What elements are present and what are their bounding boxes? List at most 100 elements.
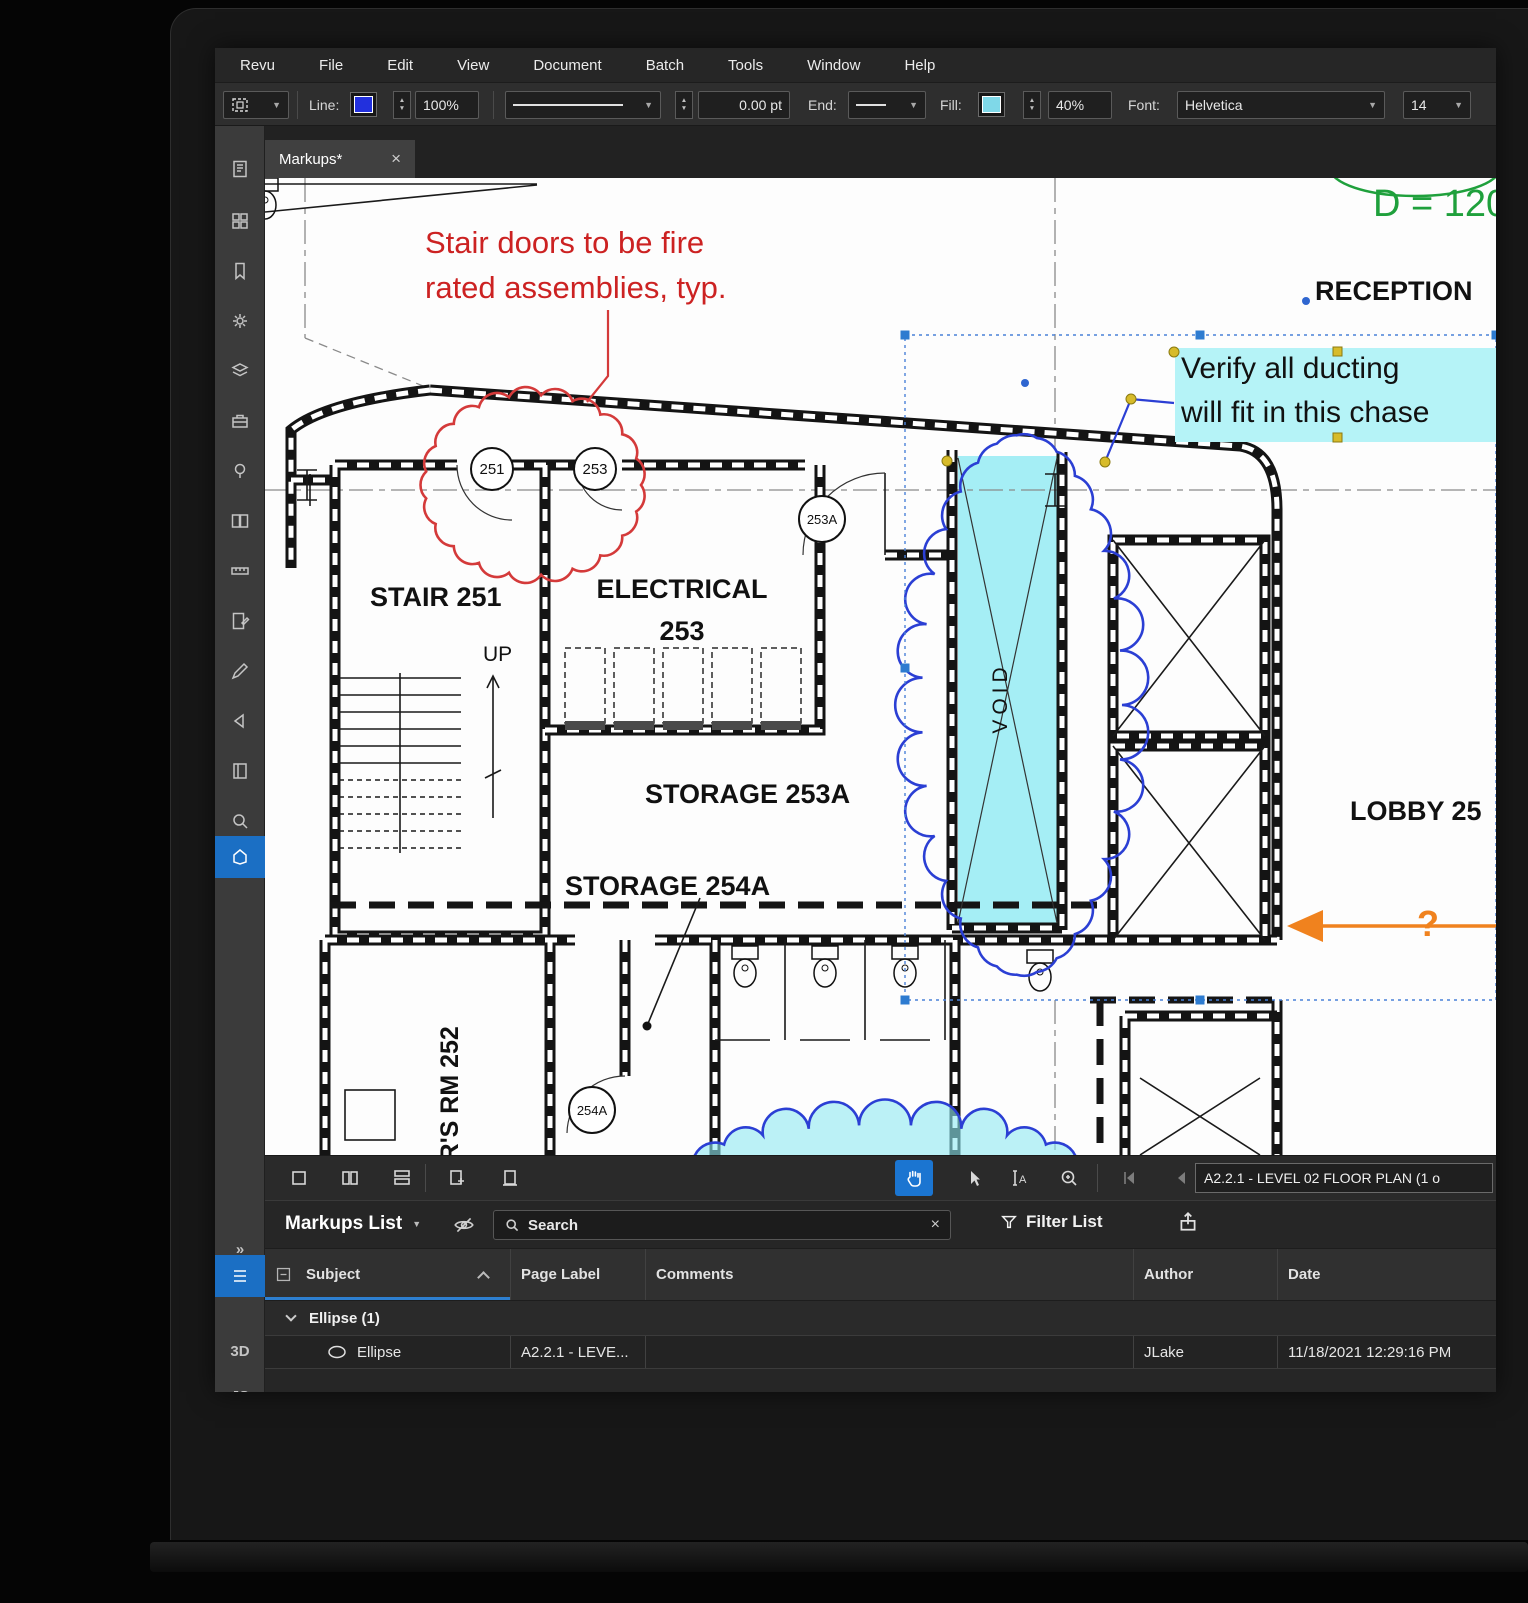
previous-view-icon[interactable]	[215, 700, 265, 742]
line-width-stepper[interactable]: ▲▼	[675, 91, 693, 119]
file-properties-icon[interactable]	[215, 148, 265, 190]
thumbnails-icon[interactable]	[215, 200, 265, 242]
markups-table-header: Subject Page Label Comments Author Date	[265, 1248, 1496, 1301]
menu-view[interactable]: View	[457, 57, 489, 74]
page-label-dropdown[interactable]: A2.2.1 - LEVEL 02 FLOOR PLAN (1 o	[1195, 1163, 1493, 1193]
room-label-stair: STAIR 251	[370, 582, 502, 612]
select-cursor-icon[interactable]	[955, 1160, 993, 1196]
page-insert-icon[interactable]	[437, 1160, 475, 1196]
sets-book-icon[interactable]	[215, 750, 265, 792]
spaces-pin-icon[interactable]	[215, 450, 265, 492]
select-text-icon[interactable]: A	[1000, 1160, 1038, 1196]
clear-search-icon[interactable]: ×	[931, 1216, 940, 1234]
markup-row-ellipse[interactable]: Ellipse A2.2.1 - LEVE... JLake 11/18/202…	[265, 1336, 1496, 1369]
red-note-line2: rated assemblies, typ.	[425, 270, 727, 305]
font-family-dropdown[interactable]: Helvetica ▼	[1177, 91, 1385, 119]
fill-opacity-stepper[interactable]: ▲▼	[1023, 91, 1041, 119]
font-size-dropdown[interactable]: 14 ▼	[1403, 91, 1471, 119]
row-subject: Ellipse	[357, 1344, 401, 1361]
javascript-tab-icon[interactable]: JS	[215, 1375, 265, 1392]
markup-document-icon[interactable]	[215, 600, 265, 642]
verify-text-line1: Verify all ducting	[1181, 352, 1399, 385]
column-subject[interactable]: Subject	[265, 1249, 510, 1300]
search-icon	[504, 1217, 520, 1233]
bookmarks-icon[interactable]	[215, 250, 265, 292]
zoom-tool-icon[interactable]	[1050, 1160, 1088, 1196]
sorted-column-indicator	[265, 1297, 510, 1300]
green-dimension-text: D = 120	[1373, 183, 1496, 225]
collapse-group-icon[interactable]	[285, 1310, 296, 1321]
page-setup-icon[interactable]	[491, 1160, 529, 1196]
orange-question-markup[interactable]: ?	[1287, 903, 1496, 944]
first-page-icon[interactable]	[1110, 1160, 1148, 1196]
stair-up-label: UP	[483, 643, 512, 666]
laptop-chassis	[150, 1542, 1528, 1572]
pan-tool-button[interactable]	[895, 1160, 933, 1196]
sort-ascending-icon	[477, 1271, 490, 1284]
single-page-view-icon[interactable]	[280, 1160, 318, 1196]
line-style-dropdown[interactable]: ▼	[505, 91, 661, 119]
row-author: JLake	[1133, 1336, 1277, 1368]
stacked-view-icon[interactable]	[383, 1160, 421, 1196]
navigation-toolbar: A A2.2.1 - LEVEL 02 FLOOR PLAN (1 o	[265, 1155, 1496, 1200]
markups-panel-header: Markups List▼ × Filter List	[265, 1200, 1496, 1248]
column-date[interactable]: Date	[1277, 1249, 1496, 1300]
empty-table-area	[265, 1369, 1496, 1392]
markups-search-box[interactable]: ×	[493, 1210, 951, 1240]
column-page-label[interactable]: Page Label	[510, 1249, 645, 1300]
line-width-value[interactable]: 0.00 pt	[698, 91, 790, 119]
chevron-down-icon: ▼	[412, 1219, 421, 1229]
chevron-down-icon: ▼	[272, 100, 281, 110]
side-by-side-view-icon[interactable]	[331, 1160, 369, 1196]
svg-text:A: A	[1019, 1174, 1027, 1186]
menu-batch[interactable]: Batch	[646, 57, 684, 74]
markups-list-title[interactable]: Markups List▼	[285, 1213, 421, 1235]
properties-toolbar: ▼ Line: ▲▼ 100% ▼ ▲▼ 0.00 pt End: ▼ Fill…	[215, 82, 1496, 126]
fill-opacity-value[interactable]: 40%	[1048, 91, 1112, 119]
studio-3d-panel-icon[interactable]	[215, 836, 265, 878]
column-comments[interactable]: Comments	[645, 1249, 1133, 1300]
tool-chest-icon[interactable]	[215, 400, 265, 442]
line-opacity-stepper[interactable]: ▲▼	[393, 91, 411, 119]
layers-icon[interactable]	[215, 350, 265, 392]
room-label-lobby: LOBBY 25	[1350, 796, 1482, 826]
settings-gear-icon[interactable]	[215, 300, 265, 342]
menu-tools[interactable]: Tools	[728, 57, 763, 74]
export-share-button[interactable]	[1177, 1211, 1199, 1238]
menu-edit[interactable]: Edit	[387, 57, 413, 74]
panel-access-bar: » 3D JS	[215, 126, 265, 1392]
menu-revu[interactable]: Revu	[240, 57, 275, 74]
collapse-all-icon[interactable]	[275, 1266, 292, 1283]
menu-window[interactable]: Window	[807, 57, 860, 74]
group-row-ellipse[interactable]: Ellipse (1)	[265, 1301, 1496, 1336]
split-view-icon[interactable]	[215, 500, 265, 542]
column-author[interactable]: Author	[1133, 1249, 1277, 1300]
filter-list-button[interactable]: Filter List	[1000, 1212, 1103, 1232]
fill-color-swatch[interactable]	[978, 92, 1005, 117]
line-opacity-value[interactable]: 100%	[415, 91, 479, 119]
measure-ruler-icon[interactable]	[215, 550, 265, 592]
question-mark-text: ?	[1417, 903, 1439, 944]
blue-cloud-bottom[interactable]	[670, 1100, 1100, 1156]
menu-file[interactable]: File	[319, 57, 343, 74]
menu-document[interactable]: Document	[533, 57, 601, 74]
markups-list-tab-icon[interactable]	[215, 1255, 265, 1297]
fill-label: Fill:	[940, 97, 962, 113]
search-input[interactable]	[528, 1217, 923, 1234]
verify-text-line2: will fit in this chase	[1180, 396, 1429, 429]
menu-help[interactable]: Help	[904, 57, 935, 74]
tab-markups[interactable]: Markups* ×	[265, 140, 415, 178]
row-comments	[645, 1336, 1133, 1368]
select-tool-dropdown[interactable]: ▼	[223, 91, 289, 119]
document-tab-bar: Markups* ×	[265, 126, 1496, 178]
line-end-dropdown[interactable]: ▼	[848, 91, 926, 119]
grid-point-dot	[1302, 297, 1310, 305]
row-page-label: A2.2.1 - LEVE...	[510, 1336, 645, 1368]
line-end-sample	[856, 104, 886, 106]
hide-markups-icon[interactable]	[453, 1214, 475, 1241]
close-icon[interactable]: ×	[391, 149, 401, 169]
model-3d-tab-icon[interactable]: 3D	[215, 1330, 265, 1372]
floor-plan-canvas[interactable]: 251 253 253A 254A STAIR 251 UP ELECTRICA…	[265, 178, 1496, 1155]
signature-pen-icon[interactable]	[215, 650, 265, 692]
line-color-swatch[interactable]	[350, 92, 377, 117]
